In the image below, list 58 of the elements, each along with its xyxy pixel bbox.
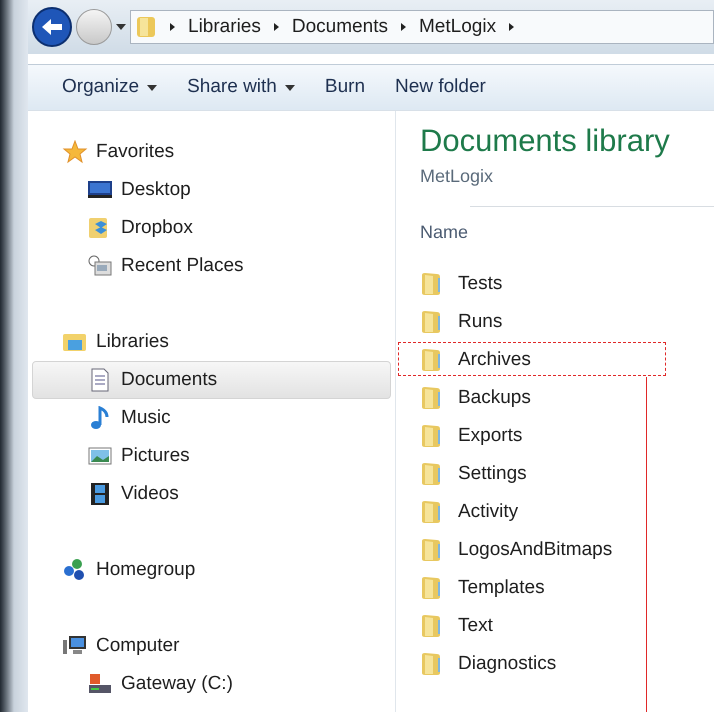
breadcrumb-link[interactable]: MetLogix (418, 12, 496, 42)
folder-icon (420, 652, 442, 676)
folder-item[interactable]: Backups (420, 384, 531, 412)
folder-icon (420, 500, 442, 524)
folder-item[interactable]: Tests (420, 270, 502, 298)
nav-group-item[interactable]: Favorites (28, 133, 395, 171)
folder-item[interactable]: Templates (420, 574, 545, 602)
name-column-header[interactable]: Name (420, 219, 714, 247)
folder-icon (135, 15, 157, 39)
nav-item[interactable]: Dropbox (32, 209, 391, 247)
nav-item[interactable]: Pictures (32, 437, 391, 475)
folder-item[interactable]: Text (420, 612, 493, 640)
folder-item[interactable]: LogosAndBitmaps (420, 536, 612, 564)
folder-icon (420, 576, 442, 600)
triangle-right-icon[interactable] (272, 22, 280, 32)
nav-item[interactable]: Documents (32, 361, 391, 399)
triangle-right-icon[interactable] (169, 22, 176, 32)
breadcrumb-link[interactable]: Documents (292, 12, 388, 42)
folder-icon (420, 386, 442, 410)
folder-icon (420, 348, 442, 372)
toolbar-button[interactable]: Organize (62, 73, 158, 102)
folder-icon (420, 462, 442, 486)
library-title: Documents library (420, 122, 671, 160)
toolbar-button[interactable]: Burn (324, 73, 366, 102)
nav-item[interactable]: Gateway (C:) (32, 665, 391, 703)
back-arrow-icon (41, 18, 63, 36)
folder-item[interactable]: Archives (420, 346, 531, 374)
folder-icon (420, 272, 442, 296)
folder-icon (420, 538, 442, 562)
caret-icon (116, 24, 126, 30)
star-icon (62, 140, 88, 164)
folder-icon (420, 424, 442, 448)
library-subtitle: MetLogix (420, 165, 494, 188)
caret-icon (147, 84, 158, 90)
triangle-right-icon[interactable] (400, 22, 407, 32)
nav-group-item[interactable]: Computer (28, 627, 395, 665)
folder-item[interactable]: Runs (420, 308, 502, 336)
folder-item[interactable]: Settings (420, 460, 527, 488)
nav-group-item[interactable]: Homegroup (28, 551, 395, 589)
nav-item[interactable]: Desktop (32, 171, 391, 209)
caret-icon (284, 84, 295, 90)
triangle-right-icon[interactable] (508, 22, 516, 32)
folder-icon (420, 614, 442, 638)
folder-item[interactable]: Exports (420, 422, 522, 450)
back-button[interactable] (32, 7, 72, 47)
folder-item[interactable]: Activity (420, 498, 518, 526)
toolbar-button[interactable]: Share with (187, 73, 295, 102)
clock-folder-icon (87, 254, 113, 278)
toolbar-button[interactable]: New folder (395, 73, 486, 102)
folder-item[interactable]: Diagnostics (420, 650, 556, 678)
nav-group-item[interactable]: Libraries (28, 323, 395, 361)
nav-item[interactable]: Recent Places (32, 247, 391, 285)
breadcrumb-link[interactable]: Libraries (188, 12, 261, 42)
address-bar[interactable]: Libraries Documents MetLogix (130, 10, 714, 44)
drive-icon (87, 672, 113, 696)
folder-icon (420, 310, 442, 334)
nav-item[interactable]: Music (32, 399, 391, 437)
nav-item[interactable]: Videos (32, 475, 391, 513)
